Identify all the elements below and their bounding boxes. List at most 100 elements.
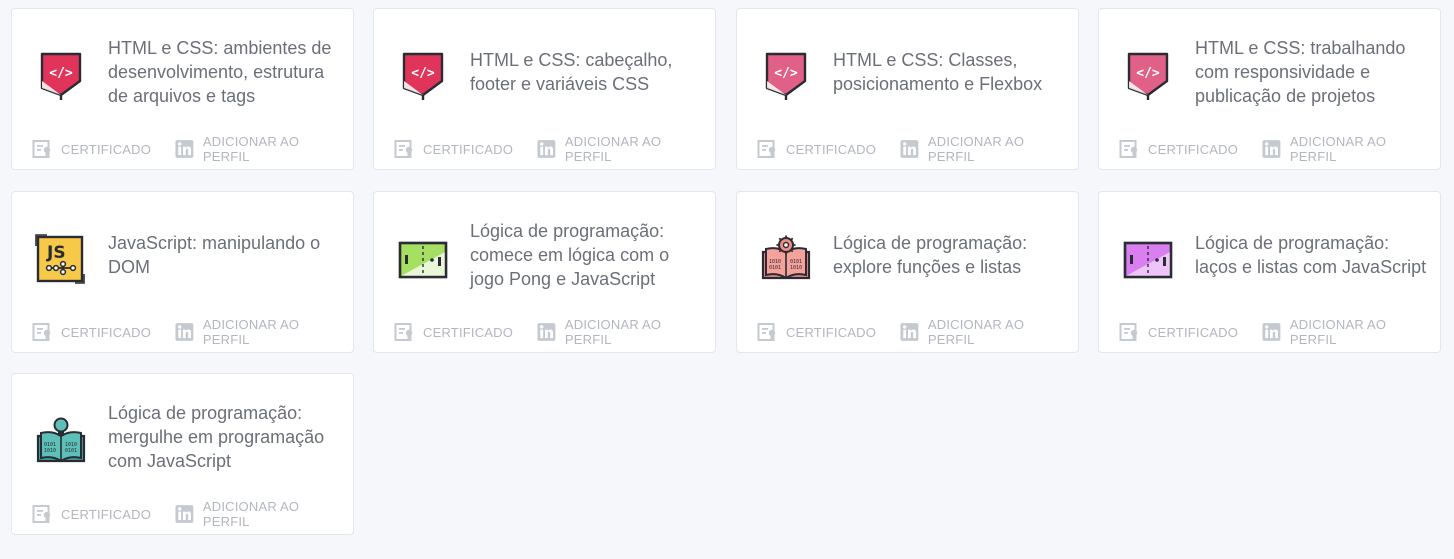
add-to-profile-label: ADICIONAR AO PERFIL [564,317,662,347]
certificate-label: CERTIFICADO [786,324,877,340]
course-card[interactable]: 1010 0101 0101 1010 Lógica de programaçã… [736,191,1079,353]
html-css-icon: </> [397,51,449,103]
course-title[interactable]: Lógica de programação: mergulhe em progr… [108,374,341,499]
certificate-button[interactable]: CERTIFICADO [394,139,513,159]
course-grid: </> HTML e CSS: ambientes de desenvolvim… [0,0,1454,559]
add-to-profile-label: ADICIONAR AO PERFIL [564,134,662,164]
linkedin-icon [537,323,556,341]
course-card[interactable]: Lógica de programação: laços e listas co… [1098,191,1441,353]
certificate-button[interactable]: CERTIFICADO [32,139,151,159]
javascript-icon: JS [35,234,87,286]
certificate-label: CERTIFICADO [61,141,152,157]
course-card[interactable]: </> HTML e CSS: ambientes de desenvolvim… [11,8,354,170]
add-to-profile-button[interactable]: ADICIONAR AO PERFIL [175,499,341,529]
certificate-label: CERTIFICADO [1148,324,1239,340]
book-lightbulb-icon: 0101 1010 1010 0101 [35,416,87,468]
linkedin-icon [1262,323,1281,341]
add-to-profile-label: ADICIONAR AO PERFIL [202,134,300,164]
card-actions: CERTIFICADO ADICIONAR AO PERFIL [1119,317,1428,347]
certificate-button[interactable]: CERTIFICADO [757,139,876,159]
course-card[interactable]: 0101 1010 1010 0101 Lógica de programaçã… [11,373,354,535]
certificate-icon [394,323,413,341]
add-to-profile-label: ADICIONAR AO PERFIL [202,317,300,347]
certificate-button[interactable]: CERTIFICADO [757,322,876,342]
course-title[interactable]: Lógica de programação: comece em lógica … [470,192,703,317]
add-to-profile-button[interactable]: ADICIONAR AO PERFIL [1262,317,1428,347]
add-to-profile-button[interactable]: ADICIONAR AO PERFIL [900,134,1066,164]
card-actions: CERTIFICADO ADICIONAR AO PERFIL [394,134,703,164]
html-css-icon: </> [35,51,87,103]
certificate-label: CERTIFICADO [786,141,877,157]
course-title[interactable]: HTML e CSS: Classes, posicionamento e Fl… [833,9,1066,134]
certificate-icon [32,323,51,341]
course-title[interactable]: HTML e CSS: trabalhando com responsivida… [1195,9,1428,134]
add-to-profile-button[interactable]: ADICIONAR AO PERFIL [175,134,341,164]
linkedin-icon [900,140,919,158]
card-actions: CERTIFICADO ADICIONAR AO PERFIL [1119,134,1428,164]
svg-text:1010: 1010 [44,448,56,454]
svg-text:0101: 0101 [769,265,781,271]
book-gear-icon: 1010 0101 0101 1010 [760,234,812,286]
card-actions: CERTIFICADO ADICIONAR AO PERFIL [32,317,341,347]
add-to-profile-label: ADICIONAR AO PERFIL [927,317,1025,347]
svg-text:0101: 0101 [65,448,77,454]
svg-text:</>: </> [1136,66,1160,81]
course-title[interactable]: Lógica de programação: explore funções e… [833,192,1066,317]
course-title[interactable]: JavaScript: manipulando o DOM [108,192,341,317]
certificate-label: CERTIFICADO [61,324,152,340]
linkedin-icon [1262,140,1281,158]
certificate-button[interactable]: CERTIFICADO [32,504,151,524]
certificate-icon [1119,323,1138,341]
card-actions: CERTIFICADO ADICIONAR AO PERFIL [394,317,703,347]
pong-green-icon [397,234,449,286]
certificate-icon [394,140,413,158]
certificate-icon [32,505,51,523]
certificate-label: CERTIFICADO [423,324,514,340]
html-css-icon: </> [1122,51,1174,103]
add-to-profile-label: ADICIONAR AO PERFIL [1289,134,1387,164]
course-card[interactable]: Lógica de programação: comece em lógica … [373,191,716,353]
card-actions: CERTIFICADO ADICIONAR AO PERFIL [32,499,341,529]
linkedin-icon [900,323,919,341]
certificate-label: CERTIFICADO [61,506,152,522]
add-to-profile-button[interactable]: ADICIONAR AO PERFIL [175,317,341,347]
svg-text:</>: </> [49,66,73,81]
certificate-button[interactable]: CERTIFICADO [32,322,151,342]
course-title[interactable]: HTML e CSS: cabeçalho, footer e variávei… [470,9,703,134]
html-css-icon: </> [760,51,812,103]
add-to-profile-button[interactable]: ADICIONAR AO PERFIL [900,317,1066,347]
certificate-button[interactable]: CERTIFICADO [1119,139,1238,159]
card-actions: CERTIFICADO ADICIONAR AO PERFIL [757,134,1066,164]
course-card[interactable]: </> HTML e CSS: trabalhando com responsi… [1098,8,1441,170]
add-to-profile-label: ADICIONAR AO PERFIL [927,134,1025,164]
svg-text:</>: </> [774,66,798,81]
svg-text:1010: 1010 [790,265,802,271]
pong-purple-icon [1122,234,1174,286]
certificate-button[interactable]: CERTIFICADO [1119,322,1238,342]
certificate-label: CERTIFICADO [423,141,514,157]
linkedin-icon [537,140,556,158]
svg-text:JS: JS [46,243,66,263]
add-to-profile-button[interactable]: ADICIONAR AO PERFIL [1262,134,1428,164]
svg-text:</>: </> [411,66,435,81]
certificate-label: CERTIFICADO [1148,141,1239,157]
certificate-icon [757,323,776,341]
card-actions: CERTIFICADO ADICIONAR AO PERFIL [757,317,1066,347]
linkedin-icon [175,323,194,341]
course-title[interactable]: Lógica de programação: laços e listas co… [1195,192,1428,317]
linkedin-icon [175,505,194,523]
course-title[interactable]: HTML e CSS: ambientes de desenvolvimento… [108,9,341,134]
certificate-icon [32,140,51,158]
course-card[interactable]: JS JavaScript: manipulando o DOM CERTIFI… [11,191,354,353]
certificate-icon [757,140,776,158]
add-to-profile-label: ADICIONAR AO PERFIL [202,499,300,529]
certificate-icon [1119,140,1138,158]
certificate-button[interactable]: CERTIFICADO [394,322,513,342]
course-card[interactable]: </> HTML e CSS: cabeçalho, footer e vari… [373,8,716,170]
card-actions: CERTIFICADO ADICIONAR AO PERFIL [32,134,341,164]
add-to-profile-button[interactable]: ADICIONAR AO PERFIL [537,134,703,164]
add-to-profile-label: ADICIONAR AO PERFIL [1289,317,1387,347]
linkedin-icon [175,140,194,158]
add-to-profile-button[interactable]: ADICIONAR AO PERFIL [537,317,703,347]
course-card[interactable]: </> HTML e CSS: Classes, posicionamento … [736,8,1079,170]
